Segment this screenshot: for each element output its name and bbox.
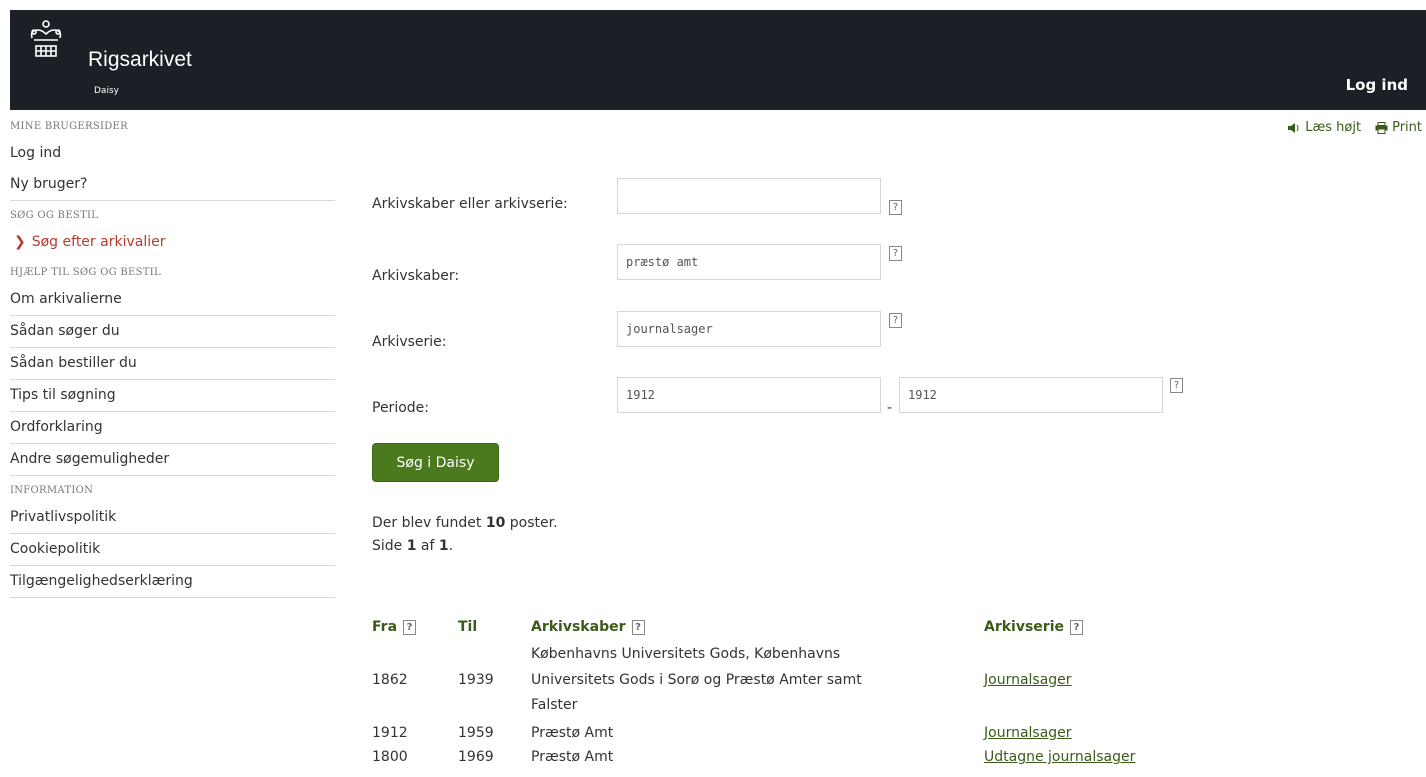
sidebar-heading-search-order: SØG OG BESTIL [10, 210, 99, 221]
creator-cell-line: Københavns Universitets Gods, Københavns [531, 646, 841, 662]
from-cell: 1912 [372, 725, 408, 741]
top-bar: Rigsarkivet Daisy Log ind [10, 10, 1426, 110]
creator-label: Arkivskaber: [372, 268, 460, 284]
page-count-line: Side 1 af 1. [372, 538, 454, 554]
sidebar: MINE BRUGERSIDER Log ind Ny bruger? SØG … [10, 112, 335, 598]
from-cell: 1800 [372, 749, 408, 765]
creator-cell-line: Præstø Amt [531, 725, 614, 741]
sidebar-item-how-to-search[interactable]: Sådan søger du [10, 316, 335, 348]
print-label: Print [1392, 120, 1422, 135]
help-icon[interactable]: ? [403, 619, 417, 635]
from-cell: 1862 [372, 672, 408, 688]
sidebar-item-accessibility[interactable]: Tilgængelighedserklæring [10, 566, 335, 598]
creator-cell-line: Falster [531, 697, 578, 713]
sidebar-item-search-records[interactable]: ❯ Søg efter arkivalier [10, 227, 335, 258]
creator-or-series-label: Arkivskaber eller arkivserie: [372, 196, 568, 212]
sidebar-heading-help: HJÆLP TIL SØG OG BESTIL [10, 267, 161, 278]
series-label: Arkivserie: [372, 334, 447, 350]
creator-or-series-input[interactable] [617, 178, 881, 214]
help-icon[interactable]: ? [1070, 619, 1084, 635]
speaker-icon [1288, 122, 1299, 133]
column-header-creator[interactable]: Arkivskaber ? [531, 619, 645, 635]
sidebar-item-cookies[interactable]: Cookiepolitik [10, 534, 335, 566]
to-cell: 1939 [458, 672, 494, 688]
sidebar-item-about-records[interactable]: Om arkivalierne [10, 284, 335, 316]
sidebar-item-search-tips[interactable]: Tips til søgning [10, 380, 335, 412]
read-aloud-label: Læs højt [1305, 120, 1362, 135]
sidebar-item-other-search[interactable]: Andre søgemuligheder [10, 444, 335, 476]
series-link[interactable]: Journalsager [984, 725, 1072, 741]
creator-cell-line: Universitets Gods i Sorø og Præstø Amter… [531, 672, 862, 688]
sidebar-item-new-user[interactable]: Ny bruger? [10, 169, 335, 201]
brand-name[interactable]: Rigsarkivet [88, 48, 192, 72]
print-button[interactable]: Print [1375, 120, 1422, 135]
brand-subtitle: Daisy [94, 86, 119, 96]
sidebar-heading-information: INFORMATION [10, 485, 94, 496]
series-input[interactable]: journalsager [617, 311, 881, 347]
chevron-right-icon: ❯ [14, 234, 26, 250]
help-icon[interactable]: ? [631, 619, 645, 635]
column-header-from[interactable]: Fra ? [372, 619, 417, 635]
help-icon[interactable]: ? [889, 200, 902, 215]
sidebar-item-glossary[interactable]: Ordforklaring [10, 412, 335, 444]
column-header-series[interactable]: Arkivserie ? [984, 619, 1084, 635]
help-icon[interactable]: ? [1170, 378, 1183, 393]
period-dash: - [887, 400, 893, 416]
period-to-input[interactable]: 1912 [899, 377, 1163, 413]
to-cell: 1959 [458, 725, 494, 741]
series-link[interactable]: Journalsager [984, 672, 1072, 688]
period-from-input[interactable]: 1912 [617, 377, 881, 413]
creator-cell-line: Præstø Amt [531, 749, 614, 765]
page-tools: Læs højt Print [1287, 120, 1422, 135]
sidebar-heading-my-pages: MINE BRUGERSIDER [10, 121, 128, 132]
top-login-link[interactable]: Log ind [1346, 76, 1408, 94]
help-icon[interactable]: ? [889, 246, 902, 261]
sidebar-item-login[interactable]: Log ind [10, 138, 335, 169]
help-icon[interactable]: ? [889, 313, 902, 328]
to-cell: 1969 [458, 749, 494, 765]
search-button[interactable]: Søg i Daisy [372, 443, 499, 482]
printer-icon [1375, 121, 1388, 134]
read-aloud-button[interactable]: Læs højt [1287, 120, 1361, 135]
crown-logo-icon [30, 20, 62, 57]
result-summary: Der blev fundet 10 poster. Side 1 af 1. [372, 512, 558, 558]
sidebar-item-label: Søg efter arkivalier [31, 234, 166, 250]
sidebar-item-how-to-order[interactable]: Sådan bestiller du [10, 348, 335, 380]
found-count-line: Der blev fundet 10 poster. [372, 515, 558, 531]
creator-input[interactable]: præstø amt [617, 244, 881, 280]
series-link[interactable]: Udtagne journalsager [984, 749, 1135, 765]
column-header-to[interactable]: Til [458, 619, 477, 635]
period-label: Periode: [372, 400, 429, 416]
sidebar-item-privacy[interactable]: Privatlivspolitik [10, 502, 335, 534]
